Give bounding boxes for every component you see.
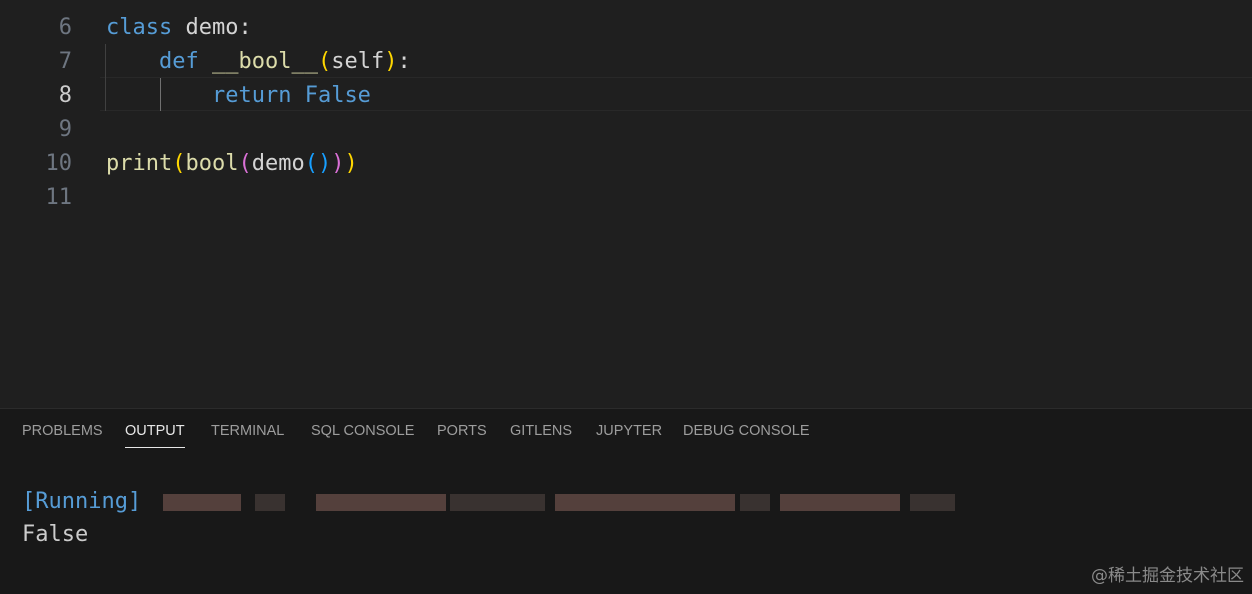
code-token: __bool__ xyxy=(211,49,318,74)
code-token: class xyxy=(106,15,173,40)
code-token: ) xyxy=(317,151,332,176)
bottom-panel: PROBLEMS OUTPUT TERMINAL SQL CONSOLE POR… xyxy=(0,408,1252,594)
code-token: def xyxy=(158,49,199,74)
code-line[interactable]: 9 xyxy=(0,113,1252,147)
code-text: def __bool__(self): xyxy=(106,45,411,79)
line-number: 7 xyxy=(58,49,72,74)
output-result: False xyxy=(22,522,89,547)
tab-sql-console[interactable]: SQL CONSOLE xyxy=(311,421,414,441)
tab-ports[interactable]: PORTS xyxy=(437,421,487,441)
tab-jupyter[interactable]: JUPYTER xyxy=(596,421,662,441)
code-line[interactable]: 8 return False xyxy=(0,79,1252,113)
code-line[interactable]: 11 xyxy=(0,181,1252,215)
code-token: ( xyxy=(172,151,186,176)
code-editor[interactable]: 6 class demo: 7 def __bool__(self): 8 retur… xyxy=(0,0,1252,408)
line-number: 10 xyxy=(45,151,73,176)
code-text: class demo: xyxy=(106,11,252,45)
code-line[interactable]: 7 def __bool__(self): xyxy=(0,45,1252,79)
code-token: ) xyxy=(344,151,358,176)
code-token: False xyxy=(304,83,371,108)
code-token: ( xyxy=(238,151,252,176)
code-token: self xyxy=(331,49,385,74)
line-number: 8 xyxy=(58,83,72,108)
code-token: ) xyxy=(384,49,398,74)
code-token: demo xyxy=(251,151,305,176)
code-text: print(bool(demo())) xyxy=(106,147,358,181)
code-token: demo: xyxy=(172,15,252,40)
code-token: return xyxy=(211,83,292,108)
code-token: print xyxy=(106,151,173,176)
code-text: return False xyxy=(106,79,371,113)
tab-gitlens[interactable]: GITLENS xyxy=(510,421,572,441)
code-token: ( xyxy=(317,49,332,74)
code-token: ( xyxy=(304,151,318,176)
output-view[interactable]: [Running] False xyxy=(0,453,1252,594)
code-token: bool xyxy=(185,151,239,176)
line-number: 11 xyxy=(45,185,73,210)
tab-debug-console[interactable]: DEBUG CONSOLE xyxy=(683,421,810,441)
code-token: : xyxy=(397,49,411,74)
code-line[interactable]: 6 class demo: xyxy=(0,11,1252,45)
tab-output[interactable]: OUTPUT xyxy=(125,421,185,448)
watermark: @稀土掘金技术社区 xyxy=(1091,566,1244,586)
code-token: ) xyxy=(331,151,345,176)
panel-tab-bar: PROBLEMS OUTPUT TERMINAL SQL CONSOLE POR… xyxy=(0,409,1252,453)
tab-terminal[interactable]: TERMINAL xyxy=(211,421,284,441)
line-number: 9 xyxy=(58,117,72,142)
output-running-label: [Running] xyxy=(22,489,142,514)
code-line[interactable]: 10 print(bool(demo())) xyxy=(0,147,1252,181)
line-number: 6 xyxy=(58,15,72,40)
tab-problems[interactable]: PROBLEMS xyxy=(22,421,103,441)
